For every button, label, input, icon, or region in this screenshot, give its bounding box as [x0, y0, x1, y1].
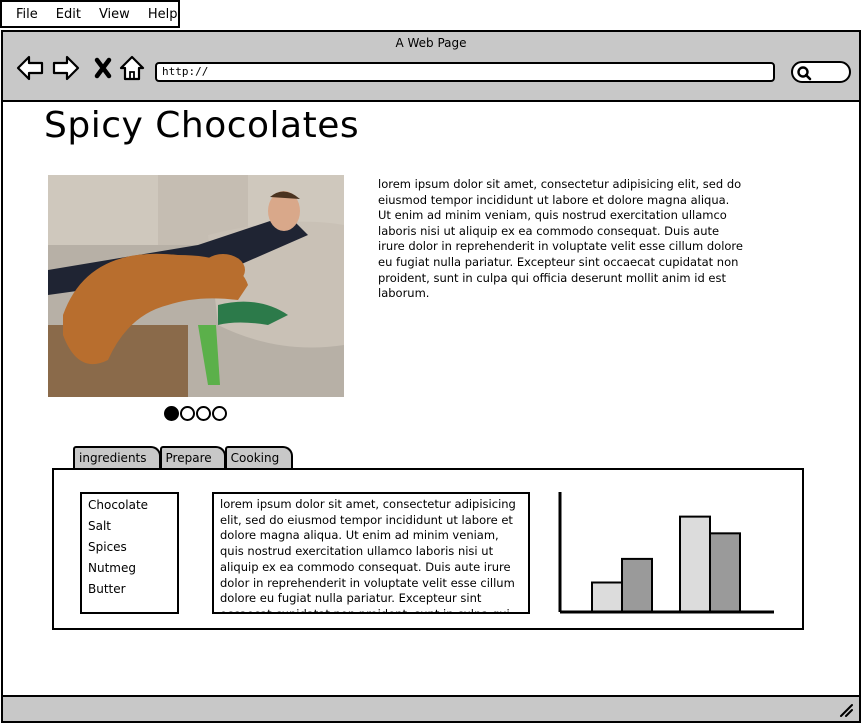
status-bar — [3, 695, 859, 721]
list-item[interactable]: Chocolate — [88, 496, 171, 517]
browser-toolbar: A Web Page http:// — [3, 32, 859, 102]
list-item[interactable]: Salt — [88, 517, 171, 538]
chart-bar — [679, 515, 711, 613]
intro-paragraph: lorem ipsum dolor sit amet, consectetur … — [378, 177, 743, 301]
window-title: A Web Page — [395, 36, 467, 50]
bar-chart — [558, 492, 774, 614]
menu-file[interactable]: File — [16, 7, 38, 22]
tab-text-area[interactable]: lorem ipsum dolor sit amet, consectetur … — [212, 492, 530, 614]
carousel-dot-2[interactable] — [180, 406, 195, 421]
menu-edit[interactable]: Edit — [56, 7, 81, 22]
search-icon — [797, 66, 812, 81]
back-arrow-icon[interactable] — [15, 54, 45, 82]
chart-bar — [591, 581, 623, 613]
resize-grip-icon[interactable] — [839, 703, 853, 717]
photo-illustration — [48, 175, 344, 397]
carousel-dot-4[interactable] — [212, 406, 227, 421]
carousel-dot-1[interactable] — [164, 406, 179, 421]
chart-bar — [621, 557, 653, 613]
chart-bar — [709, 532, 741, 613]
tab-bar: ingredients Prepare Cooking — [73, 446, 294, 470]
tab-ingredients[interactable]: ingredients — [73, 446, 161, 468]
stop-x-icon[interactable] — [89, 54, 119, 82]
home-icon[interactable] — [117, 54, 147, 82]
menu-help[interactable]: Help — [148, 7, 178, 22]
list-item[interactable]: Spices — [88, 538, 171, 559]
search-field[interactable] — [791, 61, 851, 83]
menu-view[interactable]: View — [99, 7, 130, 22]
tab-cooking[interactable]: Cooking — [224, 446, 294, 468]
ingredients-list: Chocolate Salt Spices Nutmeg Butter — [80, 492, 179, 614]
carousel-image — [48, 175, 344, 397]
carousel-dot-3[interactable] — [196, 406, 211, 421]
address-bar[interactable]: http:// — [155, 62, 775, 82]
forward-arrow-icon[interactable] — [51, 54, 81, 82]
page-title: Spicy Chocolates — [44, 105, 360, 146]
menu-bar: File Edit View Help — [0, 0, 180, 28]
tab-panel: Chocolate Salt Spices Nutmeg Butter lore… — [52, 468, 804, 630]
list-item[interactable]: Butter — [88, 580, 171, 601]
tab-prepare[interactable]: Prepare — [159, 446, 226, 468]
list-item[interactable]: Nutmeg — [88, 559, 171, 580]
carousel-indicators — [164, 406, 227, 421]
